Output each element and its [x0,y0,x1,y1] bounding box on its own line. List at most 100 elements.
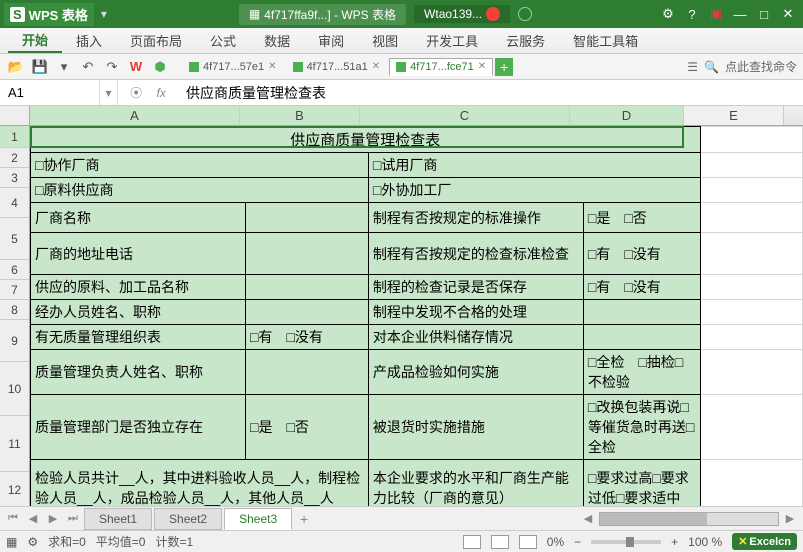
cell[interactable]: □试用厂商 [368,153,700,178]
hscroll-left-icon[interactable]: ◀ [579,512,597,525]
app-menu-dropdown-icon[interactable]: ▾ [94,7,114,21]
col-header-a[interactable]: A [30,106,240,125]
cell[interactable]: 供应的原料、加工品名称 [31,275,246,300]
cell-empty[interactable] [700,395,802,460]
cell[interactable] [246,233,369,275]
sheet-tab-3[interactable]: Sheet3 [224,508,292,530]
cells-area[interactable]: 供应商质量管理检查表 □协作厂商□试用厂商 □原料供应商□外协加工厂 厂商名称制… [30,126,803,506]
fx-label[interactable]: fx [156,86,165,100]
row-header-7[interactable]: 7 [0,280,29,300]
row-header-6[interactable]: 6 [0,260,29,280]
cell[interactable]: 有无质量管理组织表 [31,325,246,350]
formula-content[interactable]: 供应商质量管理检查表 [178,83,803,103]
cell[interactable] [246,275,369,300]
horizontal-scrollbar[interactable] [599,512,779,526]
save-icon[interactable]: 💾 [30,57,50,77]
cell[interactable]: □是 □否 [583,203,700,233]
row-header-11[interactable]: 11 [0,416,29,472]
tab-nav-first-icon[interactable]: ⏮ [4,512,22,525]
maximize-button[interactable]: □ [753,7,775,22]
zoom-out-icon[interactable]: − [574,535,581,549]
close-icon[interactable]: ✕ [478,61,486,72]
row-header-12[interactable]: 12 [0,472,29,506]
menu-formula[interactable]: 公式 [196,28,250,53]
cell[interactable] [246,300,369,325]
status-doc-icon[interactable]: ▦ [6,535,17,549]
open-icon[interactable]: 📂 [6,57,26,77]
cell[interactable] [246,350,369,395]
row-header-10[interactable]: 10 [0,362,29,416]
menu-toggle-icon[interactable]: ☰ [687,60,698,74]
zoom-slider[interactable] [591,540,661,544]
menu-cloud[interactable]: 云服务 [492,28,559,53]
status-settings-icon[interactable]: ⚙ [27,535,38,549]
cell-empty[interactable] [700,203,802,233]
close-icon[interactable]: ✕ [268,61,276,72]
cell-empty[interactable] [700,350,802,395]
cell[interactable]: 制程中发现不合格的处理 [368,300,583,325]
redo-icon[interactable]: ↷ [102,57,122,77]
cell[interactable]: 制程的检查记录是否保存 [368,275,583,300]
menu-dev-tools[interactable]: 开发工具 [412,28,492,53]
cell[interactable]: □全检 □抽检□不检验 [583,350,700,395]
cell[interactable]: 被退货时实施措施 [368,395,583,460]
cube-icon[interactable]: ⬢ [150,57,170,77]
col-header-d[interactable]: D [570,106,684,125]
cell[interactable]: 厂商的地址电话 [31,233,246,275]
cell[interactable]: 本企业要求的水平和厂商生产能力比较（厂商的意见） [368,460,583,507]
menu-insert[interactable]: 插入 [62,28,116,53]
col-header-e[interactable]: E [684,106,784,125]
close-icon[interactable]: ✕ [372,61,380,72]
row-header-4[interactable]: 4 [0,188,29,218]
search-placeholder[interactable]: 点此查找命令 [725,58,797,75]
row-header-2[interactable]: 2 [0,148,29,168]
cell-empty[interactable] [700,460,802,507]
document-tab-active[interactable]: ▦ 4f717ffa9f...] - WPS 表格 [239,4,406,25]
zoom-knob[interactable] [626,537,634,547]
hscroll-right-icon[interactable]: ▶ [781,512,799,525]
tab-nav-prev-icon[interactable]: ◀ [24,512,42,525]
row-header-3[interactable]: 3 [0,168,29,188]
cell[interactable]: □外协加工厂 [368,178,700,203]
cell[interactable]: 检验人员共计__人，其中进料验收人员__人，制程检验人员__人，成品检验人员__… [31,460,369,507]
cell-empty[interactable] [700,178,802,203]
cell[interactable] [583,325,700,350]
select-all-corner[interactable] [0,106,30,125]
zoom-level[interactable]: 100 % [688,535,722,549]
pin-icon[interactable]: ▣ [705,6,727,22]
cell-empty[interactable] [700,127,802,153]
cell[interactable]: 经办人员姓名、职称 [31,300,246,325]
row-header-1[interactable]: 1 [0,126,29,148]
row-header-8[interactable]: 8 [0,300,29,320]
cell[interactable]: □有 □没有 [583,275,700,300]
menu-smart-toolbox[interactable]: 智能工具箱 [559,28,652,53]
close-button[interactable]: ✕ [777,6,799,22]
file-tab-3[interactable]: 4f717...fce71✕ [389,58,493,76]
sheet-tab-1[interactable]: Sheet1 [84,508,152,530]
cell-empty[interactable] [700,300,802,325]
menu-start[interactable]: 开始 [8,28,62,53]
col-header-b[interactable]: B [240,106,360,125]
cell[interactable]: □是 □否 [246,395,369,460]
cell[interactable]: □要求过高□要求过低□要求适中 [583,460,700,507]
cell[interactable]: 对本企业供料储存情况 [368,325,583,350]
cell-empty[interactable] [700,153,802,178]
scrollbar-thumb[interactable] [600,513,707,525]
zoom-in-icon[interactable]: + [671,535,678,549]
view-break-icon[interactable] [519,535,537,549]
tab-nav-next-icon[interactable]: ▶ [44,512,62,525]
cell[interactable]: □改换包装再说□等催货急时再送□全检 [583,395,700,460]
search-icon[interactable]: 🔍 [704,60,719,74]
cell-title[interactable]: 供应商质量管理检查表 [31,127,701,153]
cell[interactable]: □有 □没有 [583,233,700,275]
cell[interactable]: □协作厂商 [31,153,369,178]
cell[interactable]: □原料供应商 [31,178,369,203]
cell[interactable] [246,203,369,233]
col-header-c[interactable]: C [360,106,570,125]
settings-icon[interactable]: ⚙ [657,6,679,22]
cell[interactable]: 制程有否按规定的检查标准检查 [368,233,583,275]
cell-reference-box[interactable]: A1 [0,80,100,105]
menu-view[interactable]: 视图 [358,28,412,53]
cell[interactable]: 产成品检验如何实施 [368,350,583,395]
view-page-icon[interactable] [491,535,509,549]
